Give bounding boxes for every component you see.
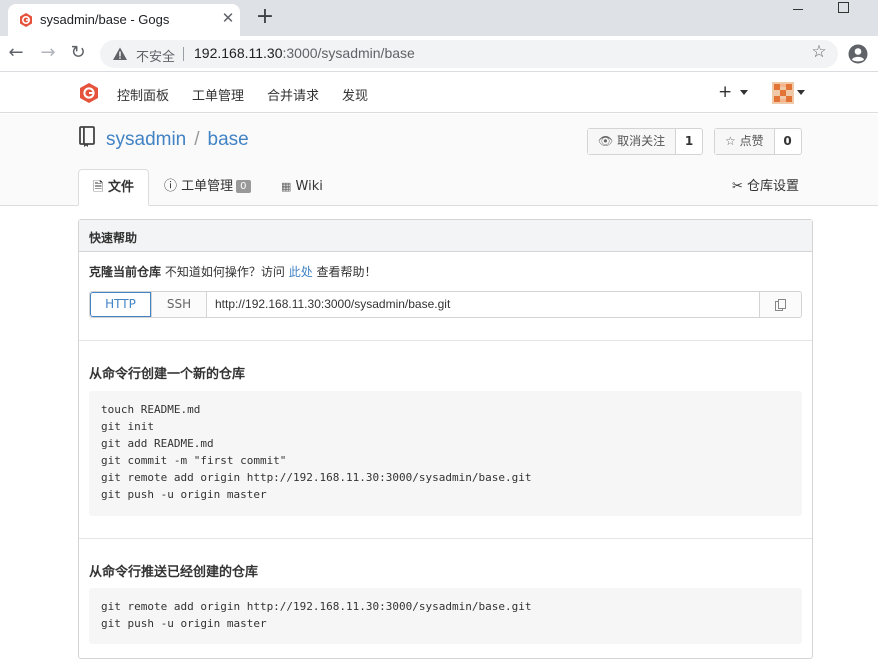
section-divider bbox=[79, 340, 812, 341]
profile-icon[interactable] bbox=[848, 44, 868, 64]
copy-icon bbox=[775, 299, 786, 311]
star-count[interactable]: 0 bbox=[775, 129, 801, 154]
repo-owner-link[interactable]: sysadmin bbox=[106, 129, 186, 150]
tab-settings[interactable]: ✂ 仓库设置 bbox=[732, 169, 799, 206]
nav-dashboard[interactable]: 控制面板 bbox=[117, 85, 169, 104]
clone-url-input[interactable] bbox=[207, 292, 759, 317]
repo-tabs: 🗎 文件 ⓘ 工单管理 0 ▦ Wiki ✂ 仓库设置 bbox=[0, 169, 878, 206]
tab-issues[interactable]: ⓘ 工单管理 0 bbox=[164, 169, 251, 206]
browser-tab-title: sysadmin/base - Gogs bbox=[40, 12, 170, 27]
ssh-clone-button[interactable]: SSH bbox=[152, 292, 207, 317]
tools-icon: ✂ bbox=[732, 179, 743, 194]
browser-toolbar: ← → ↻ 不安全 192.168.11.30:3000/sysadmin/ba… bbox=[0, 36, 878, 72]
maximize-window-icon[interactable] bbox=[838, 2, 849, 13]
chevron-down-icon[interactable] bbox=[740, 90, 748, 95]
quick-help-header: 快速帮助 bbox=[79, 220, 812, 252]
clone-hint: 不知道如何操作？访问 bbox=[164, 265, 285, 279]
tab-wiki[interactable]: ▦ Wiki bbox=[281, 169, 323, 206]
chevron-down-icon[interactable] bbox=[797, 90, 805, 95]
reload-icon[interactable]: ↻ bbox=[68, 43, 88, 63]
repo-title: sysadmin / base bbox=[106, 129, 249, 151]
tab-issues-label: 工单管理 bbox=[181, 179, 234, 194]
watch-count[interactable]: 1 bbox=[676, 129, 702, 154]
book-icon: ▦ bbox=[281, 180, 292, 193]
nav-pull-requests[interactable]: 合并请求 bbox=[267, 85, 319, 104]
quick-help-panel: 快速帮助 克隆当前仓库 不知道如何操作？访问 此处 查看帮助！ HTTP SSH… bbox=[78, 219, 813, 659]
nav-issues[interactable]: 工单管理 bbox=[192, 85, 244, 104]
clone-title: 克隆当前仓库 bbox=[89, 265, 162, 279]
url-host: 192.168.11.30 bbox=[194, 45, 283, 61]
push-repo-code: git remote add origin http://192.168.11.… bbox=[89, 588, 802, 644]
bookmark-star-icon[interactable]: ☆ bbox=[810, 43, 828, 61]
new-repo-code: touch README.md git init git add README.… bbox=[89, 391, 802, 516]
star-icon: ☆ bbox=[725, 134, 736, 148]
address-bar[interactable]: 不安全 192.168.11.30:3000/sysadmin/base bbox=[100, 40, 838, 68]
not-secure-label: 不安全 bbox=[136, 50, 176, 65]
star-label: 点赞 bbox=[739, 134, 764, 148]
watch-button-group: 👁 取消关注 1 bbox=[587, 128, 704, 155]
help-link[interactable]: 此处 bbox=[289, 265, 313, 279]
forward-arrow-icon[interactable]: → bbox=[38, 43, 58, 63]
push-repo-title: 从命令行推送已经创建的仓库 bbox=[89, 565, 259, 580]
back-arrow-icon[interactable]: ← bbox=[6, 43, 26, 63]
new-repo-title: 从命令行创建一个新的仓库 bbox=[89, 367, 246, 382]
tab-files[interactable]: 🗎 文件 bbox=[78, 169, 149, 206]
user-avatar[interactable] bbox=[772, 82, 794, 104]
repo-header: sysadmin / base 👁 取消关注 1 ☆ 点赞 0 🗎 文件 ⓘ 工单管… bbox=[0, 114, 878, 206]
clone-instructions: 克隆当前仓库 不知道如何操作？访问 此处 查看帮助！ bbox=[89, 263, 377, 280]
tab-wiki-label: Wiki bbox=[295, 179, 323, 194]
warning-icon[interactable] bbox=[112, 46, 128, 62]
tab-files-label: 文件 bbox=[107, 180, 134, 195]
browser-tab-strip: sysadmin/base - Gogs ✕ + bbox=[0, 0, 878, 36]
new-tab-button[interactable]: + bbox=[254, 6, 276, 28]
issue-opened-icon: ⓘ bbox=[164, 179, 178, 194]
http-clone-button[interactable]: HTTP bbox=[90, 292, 152, 317]
unwatch-label: 取消关注 bbox=[617, 134, 666, 148]
clone-tail: 查看帮助！ bbox=[316, 265, 377, 279]
star-button-group: ☆ 点赞 0 bbox=[714, 128, 802, 155]
eye-icon: 👁 bbox=[598, 134, 614, 148]
close-tab-icon[interactable]: ✕ bbox=[220, 10, 236, 26]
gogs-header: 控制面板 工单管理 合并请求 发现 + bbox=[0, 73, 878, 113]
star-button[interactable]: ☆ 点赞 bbox=[715, 129, 775, 154]
browser-tab[interactable]: sysadmin/base - Gogs ✕ bbox=[8, 4, 240, 36]
copy-url-button[interactable] bbox=[759, 292, 801, 317]
omnibox-divider bbox=[183, 47, 184, 61]
create-new-plus-icon[interactable]: + bbox=[718, 82, 732, 102]
url-text[interactable]: 192.168.11.30:3000/sysadmin/base bbox=[194, 45, 415, 61]
clone-url-bar: HTTP SSH bbox=[89, 291, 802, 318]
gogs-favicon-icon bbox=[20, 13, 32, 27]
section-divider bbox=[79, 538, 812, 539]
issues-count-badge: 0 bbox=[236, 180, 251, 193]
nav-explore[interactable]: 发现 bbox=[342, 85, 368, 104]
minimize-window-icon[interactable] bbox=[792, 2, 806, 16]
repo-title-separator: / bbox=[194, 129, 200, 150]
repo-name-link[interactable]: base bbox=[208, 129, 249, 150]
tab-settings-label: 仓库设置 bbox=[747, 179, 800, 194]
file-text-icon: 🗎 bbox=[93, 180, 104, 195]
unwatch-button[interactable]: 👁 取消关注 bbox=[588, 129, 677, 154]
repo-book-icon bbox=[79, 126, 95, 147]
url-path: :3000/sysadmin/base bbox=[282, 45, 415, 61]
gogs-logo-icon[interactable] bbox=[78, 82, 100, 104]
